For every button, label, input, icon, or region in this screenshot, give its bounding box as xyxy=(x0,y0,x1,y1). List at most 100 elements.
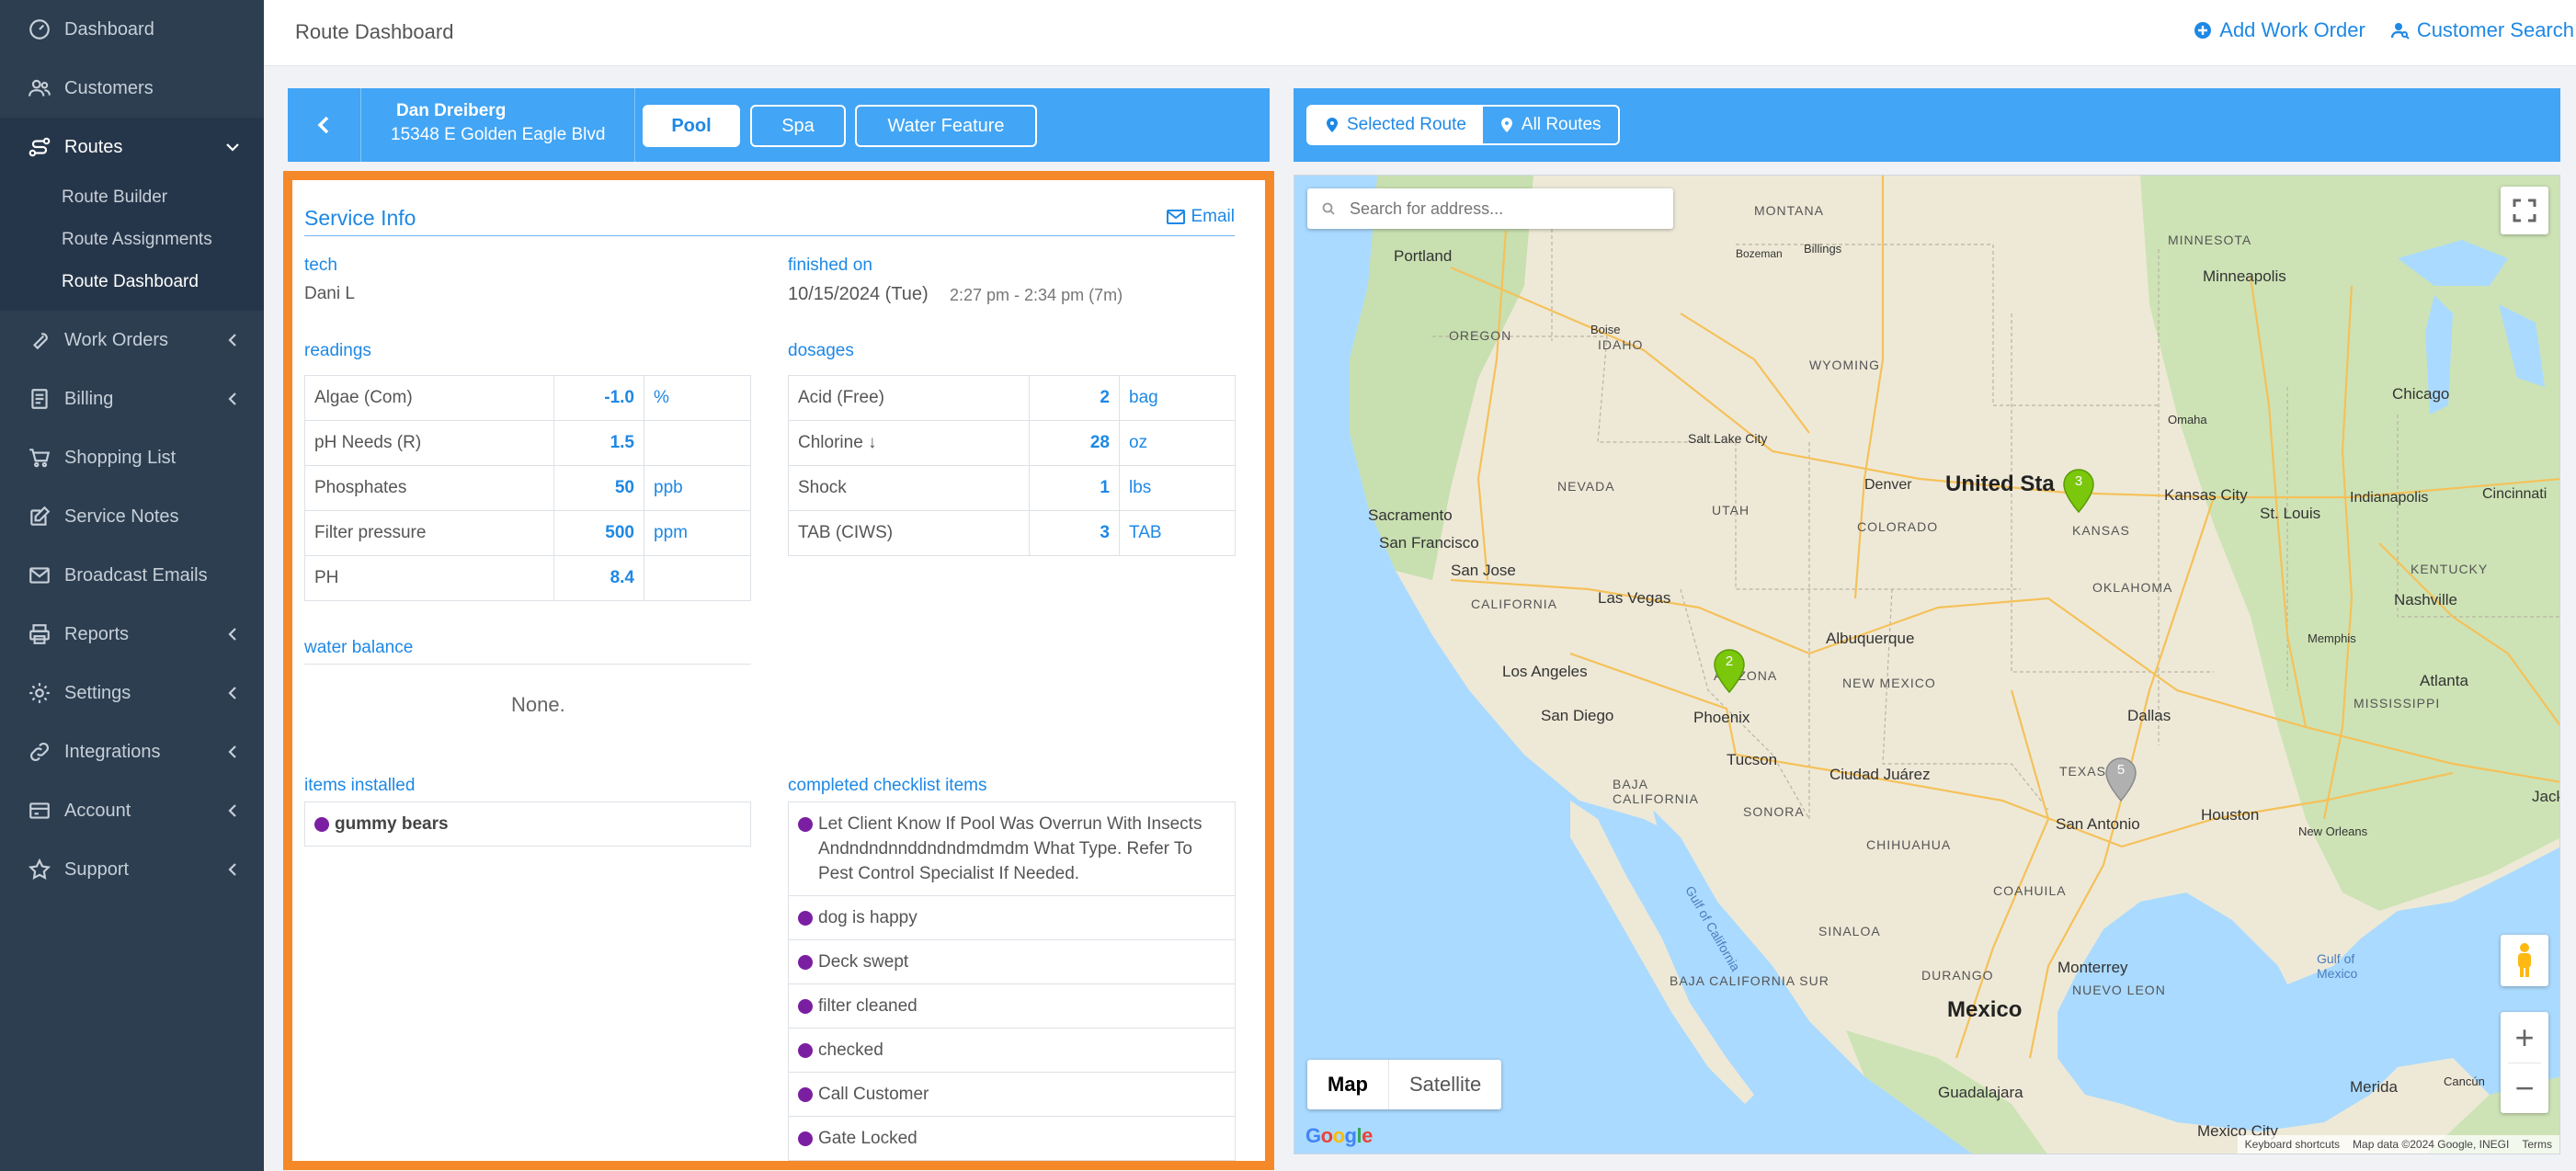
cart-icon xyxy=(26,444,53,472)
sidebar-item-integrations[interactable]: Integrations xyxy=(0,722,264,781)
chevron-left-icon xyxy=(223,802,242,820)
tab-spa[interactable]: Spa xyxy=(750,105,846,147)
zoom-in-button[interactable]: + xyxy=(2501,1012,2548,1063)
street-view-button[interactable] xyxy=(2501,935,2548,986)
table-row: PH 8.4 xyxy=(304,555,751,601)
sidebar-item-routes[interactable]: Routes xyxy=(0,118,264,176)
map-label: IDAHO xyxy=(1598,337,1644,352)
subnav-route-assignments[interactable]: Route Assignments xyxy=(0,219,264,261)
edit-icon xyxy=(26,503,53,530)
map-label: Atlanta xyxy=(2420,672,2468,689)
finished-date: 10/15/2024 (Tue) xyxy=(788,284,929,304)
tab-pool[interactable]: Pool xyxy=(643,105,740,147)
map-label: New Orleans xyxy=(2298,824,2368,838)
route-marker-5[interactable]: 5 xyxy=(2103,756,2138,802)
billing-icon xyxy=(26,385,53,413)
terms-link[interactable]: Terms xyxy=(2522,1138,2552,1151)
map-label: Guadalajara xyxy=(1938,1084,2023,1101)
list-item: Let Client Know If Pool Was Overrun With… xyxy=(789,802,1235,896)
water-balance-value: None. xyxy=(511,693,565,716)
purple-dot-icon xyxy=(798,1131,813,1146)
sidebar-item-work-orders[interactable]: Work Orders xyxy=(0,311,264,369)
map-label: Kansas City xyxy=(2164,486,2248,504)
chevron-left-icon xyxy=(223,390,242,408)
map-pin-icon xyxy=(1327,118,1338,132)
map-label: Cincinnati xyxy=(2482,486,2548,502)
map-label: Los Angeles xyxy=(1502,663,1588,680)
finished-time: 2:27 pm - 2:34 pm (7m) xyxy=(950,286,1123,304)
chevron-left-icon xyxy=(223,625,242,643)
keyboard-shortcuts-link[interactable]: Keyboard shortcuts xyxy=(2245,1138,2340,1151)
search-icon xyxy=(1322,202,1335,215)
customer-search-link[interactable]: Customer Search xyxy=(2390,18,2574,42)
purple-dot-icon xyxy=(798,911,813,926)
map-label: St. Louis xyxy=(2260,505,2321,522)
tab-selected-route[interactable]: Selected Route xyxy=(1308,107,1483,143)
map-label: OKLAHOMA xyxy=(2092,580,2173,595)
items-installed-list: gummy bears xyxy=(304,802,751,847)
fullscreen-button[interactable] xyxy=(2501,187,2548,234)
subnav-route-builder[interactable]: Route Builder xyxy=(0,176,264,219)
email-label: Email xyxy=(1191,207,1235,226)
map-label: KANSAS xyxy=(2072,523,2130,538)
route-map[interactable]: MONTANA Portland Billings Bozeman MINNES… xyxy=(1294,175,2560,1154)
routes-subnav: Route Builder Route Assignments Route Da… xyxy=(0,176,264,311)
map-label: WYOMING xyxy=(1809,358,1880,372)
printer-icon xyxy=(26,620,53,648)
sidebar-item-settings[interactable]: Settings xyxy=(0,664,264,722)
map-label: Bozeman xyxy=(1736,247,1783,260)
sidebar-item-customers[interactable]: Customers xyxy=(0,59,264,118)
map-search-box[interactable] xyxy=(1307,188,1673,229)
map-label: San Jose xyxy=(1451,562,1516,579)
sidebar-item-label: Integrations xyxy=(64,741,161,762)
map-label: COAHUILA xyxy=(1993,883,2067,898)
map-label: UTAH xyxy=(1712,503,1750,517)
google-logo: Google xyxy=(1305,1124,1373,1147)
map-label: Boise xyxy=(1590,323,1621,336)
sidebar-item-dashboard[interactable]: Dashboard xyxy=(0,0,264,59)
gear-icon xyxy=(26,679,53,707)
map-terrain xyxy=(1294,176,2559,1154)
sidebar-item-label: Account xyxy=(64,800,131,821)
tab-water-feature[interactable]: Water Feature xyxy=(855,105,1037,147)
sidebar-item-reports[interactable]: Reports xyxy=(0,605,264,664)
sidebar-item-service-notes[interactable]: Service Notes xyxy=(0,487,264,546)
customer-info[interactable]: Dan Dreiberg 15348 E Golden Eagle Blvd xyxy=(361,88,635,162)
sidebar-item-shopping-list[interactable]: Shopping List xyxy=(0,428,264,487)
list-item: Call Customer xyxy=(789,1073,1235,1117)
route-marker-3[interactable]: 3 xyxy=(2061,468,2096,514)
sidebar-item-support[interactable]: Support xyxy=(0,840,264,899)
map-label: SONORA xyxy=(1743,804,1805,819)
water-balance-divider xyxy=(304,664,751,665)
map-label: MISSISSIPPI xyxy=(2354,696,2441,711)
sidebar-item-account[interactable]: Account xyxy=(0,781,264,840)
list-item: filter cleaned xyxy=(789,984,1235,1029)
customers-icon xyxy=(26,74,53,102)
map-type-map[interactable]: Map xyxy=(1307,1060,1389,1109)
map-label: TEXAS xyxy=(2059,764,2106,779)
route-marker-2[interactable]: 2 xyxy=(1712,648,1747,694)
email-link[interactable]: Email xyxy=(1167,207,1235,227)
sidebar-item-broadcast-emails[interactable]: Broadcast Emails xyxy=(0,546,264,605)
chevron-left-icon xyxy=(223,331,242,349)
map-search-input[interactable] xyxy=(1350,199,1662,219)
user-search-icon xyxy=(2390,23,2410,40)
map-label: Monterrey xyxy=(2057,959,2128,976)
list-item: Gate Locked xyxy=(789,1117,1235,1160)
map-pin-icon xyxy=(1500,118,1512,132)
sidebar-item-billing[interactable]: Billing xyxy=(0,369,264,428)
add-work-order-link[interactable]: Add Work Order xyxy=(2194,18,2365,42)
subnav-route-dashboard[interactable]: Route Dashboard xyxy=(0,261,264,303)
map-label: San Francisco xyxy=(1379,534,1479,551)
map-label: Ciudad Juárez xyxy=(1829,766,1931,783)
map-label: Sacramento xyxy=(1368,506,1453,524)
zoom-out-button[interactable]: − xyxy=(2501,1063,2548,1113)
table-row: TAB (CIWS) 3 TAB xyxy=(788,510,1236,556)
map-label: Chicago xyxy=(2392,385,2450,403)
map-type-satellite[interactable]: Satellite xyxy=(1389,1060,1501,1109)
sidebar-item-label: Dashboard xyxy=(64,18,154,40)
back-button[interactable] xyxy=(288,88,361,162)
map-label: MONTANA xyxy=(1754,203,1824,218)
tab-all-routes[interactable]: All Routes xyxy=(1483,107,1618,143)
map-label: Indianapolis xyxy=(2350,490,2429,506)
